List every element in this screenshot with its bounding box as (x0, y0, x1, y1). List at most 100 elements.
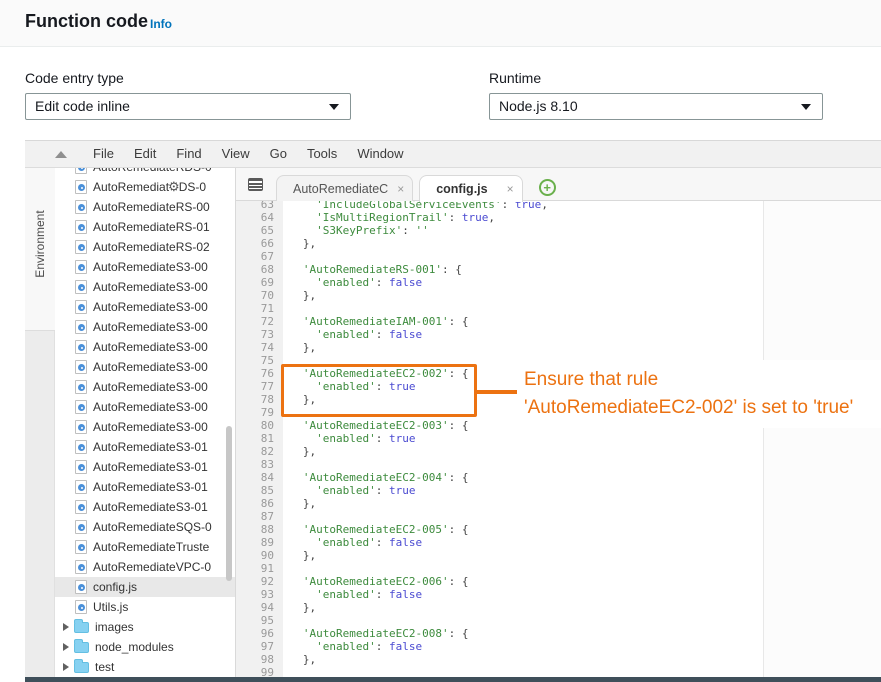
highlight-box (281, 364, 477, 417)
tree-file-AutoRemediateS3-00[interactable]: AutoRemediateS3-00 (55, 337, 235, 357)
code-line[interactable]: 81 'enabled': true (236, 432, 881, 445)
tree-file-AutoRemediateS3-01[interactable]: AutoRemediateS3-01 (55, 477, 235, 497)
menu-item-find[interactable]: Find (166, 141, 211, 167)
code-line[interactable]: 71 (236, 302, 881, 315)
code-line[interactable]: 86 }, (236, 497, 881, 510)
code-line[interactable]: 63 'IncludeGlobalServiceEvents': true, (236, 201, 881, 211)
code-line[interactable]: 84 'AutoRemediateEC2-004': { (236, 471, 881, 484)
menu-item-file[interactable]: File (83, 141, 124, 167)
close-tab-icon[interactable]: × (507, 176, 514, 202)
menu-item-window[interactable]: Window (347, 141, 413, 167)
js-file-icon (75, 200, 87, 214)
menu-item-view[interactable]: View (212, 141, 260, 167)
tree-file-AutoRemediateRS-01[interactable]: AutoRemediateRS-01 (55, 217, 235, 237)
annotation-callout: Ensure that rule 'AutoRemediateEC2-002' … (517, 360, 881, 428)
tree-file-AutoRemediateS3-00[interactable]: AutoRemediateS3-00 (55, 417, 235, 437)
js-file-icon (75, 520, 87, 534)
code-line[interactable]: 91 (236, 562, 881, 575)
code-line-text (283, 510, 290, 523)
tree-file-AutoRemediateS3-00[interactable]: AutoRemediateS3-00 (55, 297, 235, 317)
new-tab-icon[interactable]: + (539, 179, 556, 196)
code-line[interactable]: 83 (236, 458, 881, 471)
code-line[interactable]: 95 (236, 614, 881, 627)
tree-file-AutoRemediateTruste[interactable]: AutoRemediateTruste (55, 537, 235, 557)
info-link[interactable]: Info (150, 17, 172, 31)
tree-file-AutoRemediateS3-00[interactable]: AutoRemediateS3-00 (55, 357, 235, 377)
menu-item-edit[interactable]: Edit (124, 141, 166, 167)
code-line[interactable]: 97 'enabled': false (236, 640, 881, 653)
line-number: 97 (236, 640, 283, 653)
code-line[interactable]: 82 }, (236, 445, 881, 458)
line-number: 91 (236, 562, 283, 575)
tree-file-AutoRemediateS3-00[interactable]: AutoRemediateS3-00 (55, 277, 235, 297)
environment-tab[interactable]: Environment (25, 168, 55, 331)
code-line[interactable]: 69 'enabled': false (236, 276, 881, 289)
expand-caret-icon[interactable] (63, 663, 69, 671)
code-line[interactable]: 96 'AutoRemediateEC2-008': { (236, 627, 881, 640)
tree-item-label: AutoRemediateS3-00 (93, 417, 208, 437)
collapse-pane-icon[interactable] (55, 151, 67, 158)
ide-menu: FileEditFindViewGoToolsWindow (83, 141, 414, 167)
code-line[interactable]: 92 'AutoRemediateEC2-006': { (236, 575, 881, 588)
tree-folder-node_modules[interactable]: node_modules (55, 637, 235, 657)
close-tab-icon[interactable]: × (397, 176, 404, 202)
tree-file-AutoRemediateRS-02[interactable]: AutoRemediateRS-02 (55, 237, 235, 257)
tree-folder-test[interactable]: test (55, 657, 235, 677)
code-line[interactable]: 68 'AutoRemediateRS-001': { (236, 263, 881, 276)
tree-file-AutoRemediateS3-01[interactable]: AutoRemediateS3-01 (55, 437, 235, 457)
tree-file-AutoRemediateS3-00[interactable]: AutoRemediateS3-00 (55, 377, 235, 397)
tree-file-Utils.js[interactable]: Utils.js (55, 597, 235, 617)
code-line[interactable]: 73 'enabled': false (236, 328, 881, 341)
code-line[interactable]: 65 'S3KeyPrefix': '' (236, 224, 881, 237)
code-line[interactable]: 70 }, (236, 289, 881, 302)
code-line-text: 'IncludeGlobalServiceEvents': true, (283, 201, 548, 211)
tree-file-AutoRemediateRS-00[interactable]: AutoRemediateRS-00 (55, 197, 235, 217)
tree-folder-images[interactable]: images (55, 617, 235, 637)
code-line[interactable]: 72 'AutoRemediateIAM-001': { (236, 315, 881, 328)
editor-tab-config-js[interactable]: config.js× (419, 175, 522, 202)
tree-file-AutoRemediat[interactable]: AutoRemediat⚙DS-0 (55, 177, 235, 197)
tree-file-AutoRemediateVPC-0[interactable]: AutoRemediateVPC-0 (55, 557, 235, 577)
js-file-icon (75, 360, 87, 374)
environment-tab-label: Environment (33, 168, 47, 320)
code-line[interactable]: 93 'enabled': false (236, 588, 881, 601)
code-line[interactable]: 67 (236, 250, 881, 263)
code-line-text: }, (283, 237, 316, 250)
menu-item-tools[interactable]: Tools (297, 141, 347, 167)
line-number: 76 (236, 367, 283, 380)
code-line[interactable]: 88 'AutoRemediateEC2-005': { (236, 523, 881, 536)
code-line[interactable]: 66 }, (236, 237, 881, 250)
line-number: 98 (236, 653, 283, 666)
line-number: 94 (236, 601, 283, 614)
code-area[interactable]: 63 'IncludeGlobalServiceEvents': true,64… (236, 201, 881, 677)
code-line[interactable]: 64 'IsMultiRegionTrail': true, (236, 211, 881, 224)
line-number: 66 (236, 237, 283, 250)
code-line[interactable]: 85 'enabled': true (236, 484, 881, 497)
code-line[interactable]: 74 }, (236, 341, 881, 354)
code-line[interactable]: 87 (236, 510, 881, 523)
file-tree-scrollbar[interactable] (226, 426, 232, 581)
code-line[interactable]: 98 }, (236, 653, 881, 666)
tree-item-label: config.js (93, 577, 137, 597)
code-line[interactable]: 89 'enabled': false (236, 536, 881, 549)
expand-caret-icon[interactable] (63, 623, 69, 631)
menu-item-go[interactable]: Go (260, 141, 297, 167)
tree-file-AutoRemediateS3-01[interactable]: AutoRemediateS3-01 (55, 497, 235, 517)
code-line[interactable]: 99 (236, 666, 881, 677)
tree-file-AutoRemediateS3-00[interactable]: AutoRemediateS3-00 (55, 397, 235, 417)
code-entry-type-select[interactable]: Edit code inline (25, 93, 351, 120)
runtime-select[interactable]: Node.js 8.10 (489, 93, 823, 120)
tree-file-config.js[interactable]: config.js (55, 577, 235, 597)
js-file-icon (75, 400, 87, 414)
tree-file-AutoRemediateS3-00[interactable]: AutoRemediateS3-00 (55, 257, 235, 277)
editor-tab-autoremediatec[interactable]: AutoRemediateC× (276, 175, 413, 201)
code-line[interactable]: 94 }, (236, 601, 881, 614)
code-line-text (283, 458, 290, 471)
tab-list-icon[interactable] (248, 178, 263, 191)
expand-caret-icon[interactable] (63, 643, 69, 651)
tree-file-AutoRemediateS3-01[interactable]: AutoRemediateS3-01 (55, 457, 235, 477)
tree-file-AutoRemediateRDS-0[interactable]: AutoRemediateRDS-0 (55, 168, 235, 177)
code-line[interactable]: 90 }, (236, 549, 881, 562)
tree-file-AutoRemediateSQS-0[interactable]: AutoRemediateSQS-0 (55, 517, 235, 537)
tree-file-AutoRemediateS3-00[interactable]: AutoRemediateS3-00 (55, 317, 235, 337)
